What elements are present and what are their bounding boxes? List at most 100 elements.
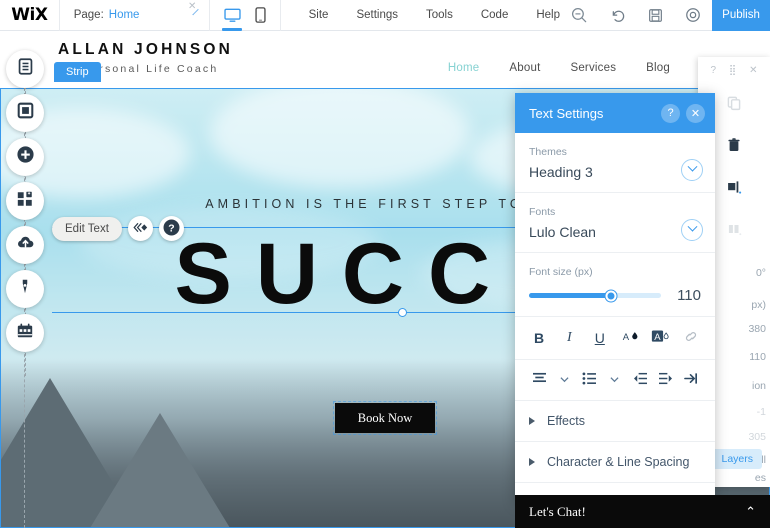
drag-handle-icon[interactable]: ⣿ [729,65,736,76]
help-icon[interactable]: ? [661,103,680,123]
book-now-button[interactable]: Book Now [335,403,435,433]
menu-item-help[interactable]: Help [536,9,560,21]
layers-button[interactable]: Layers [712,449,762,469]
close-icon[interactable]: ✕ [686,103,705,123]
menu-item-settings[interactable]: Settings [356,9,398,21]
add-apps-button[interactable] [6,182,44,220]
text-color-icon[interactable]: A [620,329,640,347]
distribute-icon [726,221,743,242]
top-bar-actions: Publish [560,0,770,31]
close-icon[interactable]: ✕ [188,1,196,12]
chevron-right-icon [529,458,535,466]
font-size-slider[interactable] [529,290,661,301]
text-settings-header: Text Settings ? ✕ [515,93,715,133]
font-size-section[interactable]: Font size (px) 110 [515,253,715,317]
animation-button[interactable] [127,216,153,241]
wix-editor-window: ALLAN JOHNSON Personal Life Coach Home A… [0,0,770,528]
fonts-section[interactable]: Fonts Lulo Clean [515,193,715,253]
close-icon[interactable]: ✕ [749,65,757,76]
bookings-button[interactable] [6,314,44,352]
site-nav: Home About Services Blog [448,62,670,74]
chat-bar[interactable]: Let's Chat! ⌃ [515,495,770,528]
brand-subtitle: Personal Life Coach [82,63,219,75]
background-icon [17,102,34,124]
page-label: Page: [73,9,104,21]
menu-item-site[interactable]: Site [309,9,329,21]
effects-accordion[interactable]: Effects [515,401,715,442]
bookings-icon [16,322,34,345]
text-highlight-icon[interactable]: A [651,329,671,347]
delete-icon [726,137,742,158]
underline-icon[interactable]: U [590,330,610,346]
site-nav-item-about[interactable]: About [509,62,540,74]
strip-tab-label[interactable]: Strip [54,62,101,82]
text-align-icon[interactable] [529,372,549,388]
effects-label: Effects [547,414,585,428]
site-nav-item-home[interactable]: Home [448,62,479,74]
themes-section[interactable]: Themes Heading 3 [515,133,715,193]
spacing-label: Character & Line Spacing [547,455,690,469]
page-value: Home [108,9,140,21]
add-apps-icon [16,190,34,213]
slider-knob[interactable] [605,290,617,301]
slider-fill [529,293,611,298]
brand-name: ALLAN JOHNSON [58,41,234,58]
chevron-down-icon[interactable] [681,218,703,241]
chevron-up-icon[interactable]: ⌃ [745,504,756,520]
svg-text:A: A [622,332,629,343]
selection-handle[interactable] [398,308,407,317]
menu-item-tools[interactable]: Tools [426,9,453,21]
list-dropdown-icon[interactable] [605,375,625,386]
help-button[interactable]: ? [158,216,184,241]
background-button[interactable] [6,94,44,132]
undo-button[interactable] [598,0,636,31]
active-indicator [222,28,243,31]
text-settings-title: Text Settings [529,105,604,121]
mobile-view-button[interactable] [255,0,266,31]
svg-text:?: ? [168,223,174,234]
page-selector[interactable]: Page: Home [60,0,209,31]
text-direction-icon[interactable] [681,372,701,388]
themes-label: Themes [529,146,567,158]
fonts-value: Lulo Clean [529,224,596,240]
blog-button[interactable] [6,270,44,308]
spacing-accordion[interactable]: Character & Line Spacing [515,442,715,483]
svg-text:A: A [654,332,661,343]
font-size-value[interactable]: 110 [671,287,701,304]
font-size-label: Font size (px) [529,266,593,278]
preview-button[interactable] [674,0,712,31]
my-uploads-button[interactable] [6,226,44,264]
site-nav-item-blog[interactable]: Blog [646,62,670,74]
copy-icon [726,95,742,116]
left-toolbar [6,50,46,376]
edit-text-button[interactable]: Edit Text [52,216,122,241]
help-icon[interactable]: ? [710,65,716,76]
fonts-label: Fonts [529,206,556,218]
panel-header: ? ⣿ ✕ [698,57,770,84]
add-element-button[interactable] [6,138,44,176]
blog-icon [16,278,34,301]
edit-text-toolbar: Edit Text ? [52,216,184,241]
menu-item-code[interactable]: Code [481,9,509,21]
site-header: ALLAN JOHNSON Personal Life Coach Home A… [0,31,770,88]
site-nav-item-services[interactable]: Services [570,62,616,74]
link-icon[interactable] [681,329,701,347]
indent-icon[interactable] [656,372,676,388]
align-dropdown-icon[interactable] [554,375,574,386]
bullet-list-icon[interactable] [580,372,600,388]
save-button[interactable] [636,0,674,31]
desktop-view-button[interactable] [222,0,243,31]
chevron-down-icon[interactable] [681,158,703,181]
publish-button[interactable]: Publish [712,0,770,31]
editor-menu: Site Settings Tools Code Help [281,9,560,21]
bold-icon[interactable]: B [529,330,549,346]
my-uploads-icon [16,233,35,257]
help-icon: ? [162,218,181,240]
editor-top-bar: WiX Page: Home Site Settings Tools Code … [0,0,770,31]
zoom-out-button[interactable] [560,0,598,31]
wix-logo[interactable]: WiX [0,0,59,31]
menus-pages-button[interactable] [6,50,44,88]
italic-icon[interactable]: I [559,330,579,346]
animation-icon [133,222,148,236]
outdent-icon[interactable] [630,372,650,388]
